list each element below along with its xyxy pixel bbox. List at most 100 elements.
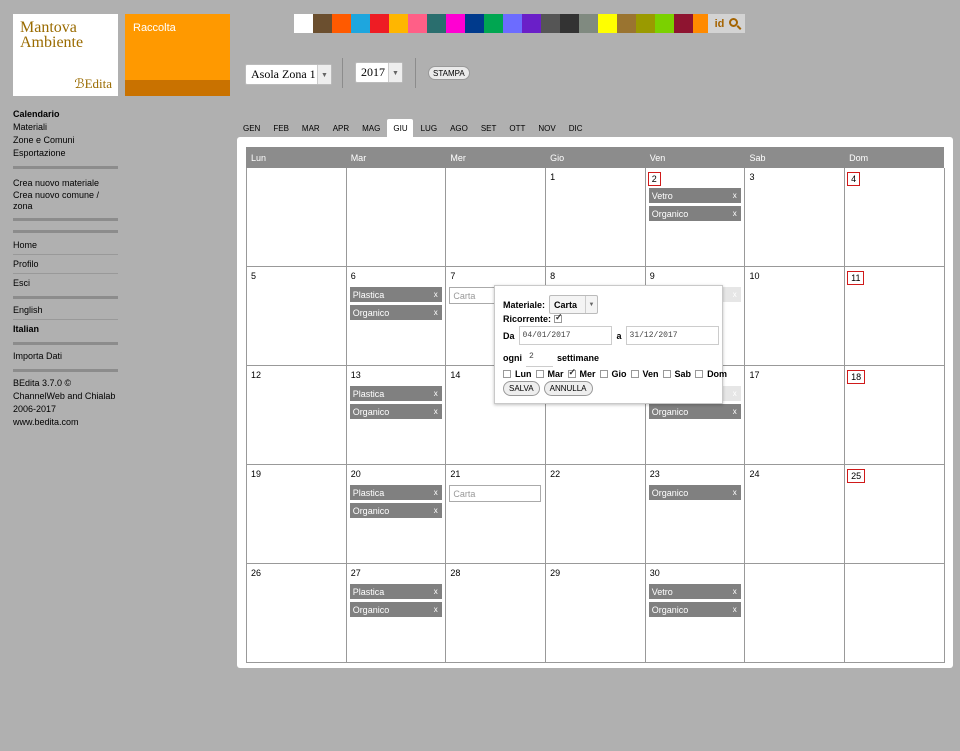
tab-month-gen[interactable]: GEN	[237, 119, 265, 137]
material-tag[interactable]: Organico x	[648, 485, 741, 500]
color-swatch[interactable]	[427, 14, 446, 33]
calendar-day-cell[interactable]: 29	[546, 564, 646, 663]
color-swatch[interactable]	[389, 14, 408, 33]
calendar-day-cell[interactable]: 12	[247, 366, 347, 465]
color-swatch[interactable]	[351, 14, 370, 33]
close-icon[interactable]: x	[733, 587, 737, 596]
sidebar-item-calendario[interactable]: Calendario	[13, 108, 118, 121]
save-button[interactable]: SALVA	[503, 381, 540, 396]
color-swatch[interactable]	[636, 14, 655, 33]
sidebar-item-home[interactable]: Home	[13, 239, 118, 252]
close-icon[interactable]: x	[434, 290, 438, 299]
material-tag[interactable]: Plastica x	[349, 485, 442, 500]
tab-month-lug[interactable]: LUG	[415, 119, 442, 137]
close-icon[interactable]: x	[733, 290, 737, 299]
close-icon[interactable]: x	[434, 488, 438, 497]
color-swatch[interactable]	[522, 14, 541, 33]
sidebar-item-italian[interactable]: Italian	[13, 323, 118, 336]
year-select[interactable]: 2017 ▼	[355, 62, 403, 83]
material-tag[interactable]: Plastica x	[349, 386, 442, 401]
color-swatch[interactable]	[503, 14, 522, 33]
print-button[interactable]: STAMPA	[428, 66, 470, 80]
zone-select[interactable]: Asola Zona 1 ▼	[245, 64, 332, 85]
color-swatch[interactable]	[674, 14, 693, 33]
material-tag[interactable]: Organico x	[648, 404, 741, 419]
weekday-checkbox-mer[interactable]	[567, 367, 576, 378]
calendar-day-cell[interactable]: 30 Vetro x Organico x	[645, 564, 746, 663]
color-swatch[interactable]	[617, 14, 636, 33]
tab-month-giu[interactable]: GIU	[387, 119, 413, 137]
calendar-day-cell[interactable]: 19	[247, 465, 347, 564]
module-tile-raccolta[interactable]: Raccolta	[125, 14, 230, 96]
tab-month-ott[interactable]: OTT	[503, 119, 530, 137]
calendar-day-cell[interactable]: 21 Carta	[446, 465, 547, 564]
calendar-day-cell[interactable]: 4	[845, 168, 945, 267]
close-icon[interactable]: x	[733, 605, 737, 614]
calendar-day-cell[interactable]: 17	[745, 366, 846, 465]
calendar-day-cell[interactable]: 27 Plastica x Organico x	[346, 564, 447, 663]
tab-month-mar[interactable]: MAR	[296, 119, 325, 137]
calendar-day-cell[interactable]: 13 Plastica x Organico x	[346, 366, 447, 465]
calendar-day-cell[interactable]	[745, 564, 846, 663]
material-tag[interactable]: Vetro x	[648, 584, 741, 599]
calendar-day-cell[interactable]: 11	[845, 267, 945, 366]
calendar-day-cell[interactable]: 20 Plastica x Organico x	[346, 465, 447, 564]
weekday-checkbox-sab[interactable]	[662, 370, 671, 378]
material-tag[interactable]: Organico x	[349, 602, 442, 617]
logo[interactable]: Mantova Ambiente ℬEdita	[13, 14, 118, 96]
material-tag[interactable]: Vetro x	[648, 188, 741, 203]
sidebar-item-esci[interactable]: Esci	[13, 277, 118, 290]
color-swatch[interactable]	[370, 14, 389, 33]
calendar-day-cell[interactable]: 1	[546, 168, 646, 267]
tab-month-dic[interactable]: DIC	[563, 119, 588, 137]
tab-month-apr[interactable]: APR	[327, 119, 354, 137]
cancel-button[interactable]: ANNULLA	[543, 381, 593, 396]
color-swatch[interactable]	[332, 14, 351, 33]
sidebar-item-english[interactable]: English	[13, 304, 118, 317]
calendar-day-cell[interactable]	[247, 168, 347, 267]
close-icon[interactable]: x	[733, 389, 737, 398]
sidebar-item-import[interactable]: Importa Dati	[13, 350, 118, 363]
color-swatch[interactable]	[655, 14, 674, 33]
to-date-input[interactable]: 31/12/2017	[625, 326, 719, 345]
material-tag[interactable]: Organico x	[349, 305, 442, 320]
calendar-day-cell[interactable]: 18	[845, 366, 945, 465]
id-search-button[interactable]: id	[708, 14, 745, 33]
footer-link[interactable]: www.bedita.com	[13, 416, 118, 429]
close-icon[interactable]: x	[733, 488, 737, 497]
material-tag[interactable]: Organico x	[648, 602, 741, 617]
close-icon[interactable]: x	[733, 209, 737, 218]
calendar-day-cell[interactable]	[346, 168, 447, 267]
calendar-day-cell[interactable]: 23 Organico x	[645, 465, 746, 564]
material-input[interactable]: Carta	[449, 485, 542, 502]
color-swatch[interactable]	[294, 14, 313, 33]
calendar-day-cell[interactable]: 22	[546, 465, 646, 564]
tab-month-ago[interactable]: AGO	[444, 119, 473, 137]
close-icon[interactable]: x	[434, 407, 438, 416]
weekday-checkbox-dom[interactable]	[695, 370, 704, 378]
sidebar-item-new-zone[interactable]: Crea nuovo comune / zona	[13, 190, 118, 212]
tab-month-set[interactable]: SET	[475, 119, 502, 137]
color-swatch[interactable]	[598, 14, 617, 33]
calendar-day-cell[interactable]	[446, 168, 547, 267]
sidebar-item-zone-comuni[interactable]: Zone e Comuni	[13, 134, 118, 147]
close-icon[interactable]: x	[733, 407, 737, 416]
close-icon[interactable]: x	[434, 605, 438, 614]
color-swatch[interactable]	[541, 14, 560, 33]
sidebar-item-new-material[interactable]: Crea nuovo materiale	[13, 177, 118, 190]
color-swatch[interactable]	[313, 14, 332, 33]
weekday-checkbox-mar[interactable]	[535, 370, 544, 378]
calendar-day-cell[interactable]: 6 Plastica x Organico x	[346, 267, 447, 366]
calendar-day-cell[interactable]: 2 Vetro x Organico x	[645, 168, 746, 267]
sidebar-item-esportazione[interactable]: Esportazione	[13, 147, 118, 160]
calendar-day-cell[interactable]: 25	[845, 465, 945, 564]
material-tag[interactable]: Organico x	[349, 404, 442, 419]
calendar-day-cell[interactable]: 28	[446, 564, 547, 663]
close-icon[interactable]: x	[434, 506, 438, 515]
material-tag[interactable]: Organico x	[349, 503, 442, 518]
close-icon[interactable]: x	[733, 191, 737, 200]
close-icon[interactable]: x	[434, 587, 438, 596]
material-tag[interactable]: Plastica x	[349, 287, 442, 302]
every-weeks-input[interactable]: 2	[526, 348, 553, 367]
calendar-day-cell[interactable]: 10	[745, 267, 846, 366]
